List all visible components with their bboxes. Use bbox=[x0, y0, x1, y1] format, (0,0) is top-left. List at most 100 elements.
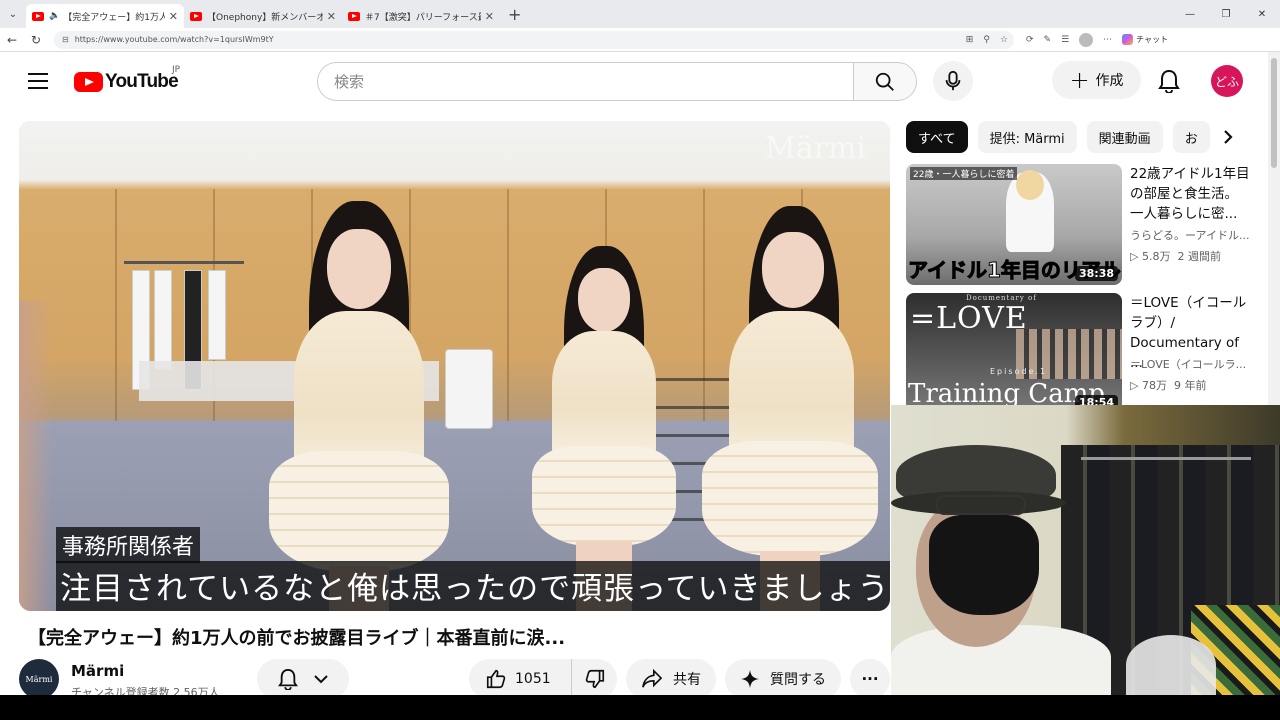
zoom-icon[interactable]: ⚲ bbox=[983, 35, 990, 45]
youtube-play-icon bbox=[74, 72, 103, 92]
browser-tab-1[interactable]: 🔈 【完全アウェー】約1万人の前でお披 ✕ bbox=[26, 4, 184, 28]
recommendation-item[interactable]: Documentary of =LOVE Episode.1 Training … bbox=[906, 293, 1266, 414]
like-dislike-group: 1051 bbox=[469, 659, 617, 695]
view-count: 5.8万 bbox=[1141, 250, 1171, 263]
reload-icon[interactable]: ↻ bbox=[24, 33, 48, 47]
logo-text: YouTube bbox=[105, 71, 179, 92]
more-menu-icon[interactable]: ⋯ bbox=[1103, 35, 1112, 45]
channel-watermark: Märmi bbox=[765, 131, 866, 166]
video-duration: 38:38 bbox=[1074, 266, 1118, 281]
recommendation-item[interactable]: 22歳・一人暮らしに密着 アイドル1年目のリアル 38:38 22歳アイドル1年… bbox=[906, 164, 1266, 285]
video-player[interactable]: Märmi 事務所関係者 注目されているなと俺は思ったので頑張っていきましょう bbox=[19, 121, 890, 611]
tab-list-menu[interactable]: ⌄ bbox=[0, 0, 26, 28]
performer-right bbox=[694, 206, 884, 611]
guide-menu-icon[interactable] bbox=[28, 73, 48, 89]
url-actions: ⊞ ⚲ ☆ bbox=[966, 35, 1014, 45]
chip-all[interactable]: すべて bbox=[906, 121, 968, 153]
voice-search-button[interactable] bbox=[933, 61, 973, 101]
dislike-button[interactable] bbox=[572, 659, 617, 695]
search-input[interactable] bbox=[334, 72, 854, 91]
face-mask bbox=[929, 515, 1039, 615]
tab-close-icon[interactable]: ✕ bbox=[169, 10, 178, 23]
screen: ⌄ 🔈 【完全アウェー】約1万人の前でお披 ✕ 【Onephony】新メンバーオ… bbox=[0, 0, 1280, 720]
site-info-icon[interactable]: ⊟ bbox=[62, 35, 69, 44]
browser-tab-2[interactable]: 【Onephony】新メンバーオーディション ✕ bbox=[184, 4, 342, 28]
browser-address-bar: ← ↻ ⊟ https://www.youtube.com/watch?v=1q… bbox=[0, 28, 1280, 52]
chip-from-channel[interactable]: 提供: Märmi bbox=[977, 121, 1077, 153]
youtube-favicon-icon bbox=[348, 11, 360, 21]
youtube-favicon-icon bbox=[190, 11, 202, 21]
like-count: 1051 bbox=[515, 671, 551, 687]
recommendation-channel[interactable]: ＝LOVE（イコールラ... bbox=[1130, 356, 1250, 372]
scrollbar-thumb[interactable] bbox=[1271, 58, 1277, 168]
minimize-icon[interactable]: — bbox=[1172, 0, 1208, 28]
url-field[interactable]: ⊟ https://www.youtube.com/watch?v=1qursI… bbox=[54, 30, 1014, 49]
chip-related[interactable]: 関連動画 bbox=[1086, 121, 1163, 153]
create-button[interactable]: + 作成 bbox=[1052, 61, 1141, 99]
subscription-notification-button[interactable] bbox=[257, 659, 349, 695]
subscriber-count: チャンネル登録者数 2.56万人 bbox=[71, 686, 220, 695]
browser-toolbar-icons: ⟳ ✎ ☰ ⋯ チャット bbox=[1026, 32, 1168, 47]
profile-avatar[interactable] bbox=[1079, 32, 1094, 47]
ask-ai-button[interactable]: 質問する bbox=[725, 659, 841, 695]
video-thumbnail[interactable]: 22歳・一人暮らしに密着 アイドル1年目のリアル 38:38 bbox=[906, 164, 1122, 285]
channel-avatar[interactable]: Märmi bbox=[19, 659, 59, 695]
like-button[interactable]: 1051 bbox=[469, 659, 572, 695]
upload-age: 9 年前 bbox=[1173, 379, 1207, 392]
app-install-icon[interactable]: ⊞ bbox=[966, 35, 974, 45]
recommendation-meta: ▷ 78万 9 年前 bbox=[1130, 379, 1207, 392]
masthead: YouTube JP + 作成 どふ bbox=[0, 52, 1268, 108]
tab-title: 【Onephony】新メンバーオーディション bbox=[207, 12, 323, 23]
tab-title: ＃7【激突】パリーフォース最終決戦！ bbox=[365, 12, 481, 23]
restore-icon[interactable]: ❐ bbox=[1208, 0, 1244, 28]
caption-speaker: 事務所関係者 bbox=[56, 527, 201, 563]
chevron-right-icon bbox=[1224, 130, 1233, 144]
copilot-icon bbox=[1122, 34, 1134, 45]
new-tab-button[interactable]: + bbox=[508, 5, 521, 24]
url-text: https://www.youtube.com/watch?v=1qursIWm… bbox=[74, 35, 274, 44]
chips-next-button[interactable] bbox=[1212, 121, 1244, 153]
thumbs-down-icon bbox=[585, 669, 604, 689]
refresh-extension-icon[interactable]: ⟳ bbox=[1026, 35, 1034, 45]
related-filter-chips: すべて 提供: Märmi 関連動画 お bbox=[906, 121, 1246, 153]
copilot-chat-button[interactable]: チャット bbox=[1122, 34, 1168, 45]
browser-tab-bar: ⌄ 🔈 【完全アウェー】約1万人の前でお披 ✕ 【Onephony】新メンバーオ… bbox=[0, 0, 1280, 28]
tab-close-icon[interactable]: ✕ bbox=[327, 10, 336, 23]
more-actions-button[interactable]: ··· bbox=[850, 659, 890, 695]
view-count: 78万 bbox=[1141, 379, 1167, 392]
thumbnail-tag: 22歳・一人暮らしに密着 bbox=[910, 167, 1018, 180]
performer-left bbox=[259, 201, 459, 611]
thumbs-up-icon bbox=[486, 669, 506, 689]
sparkle-icon bbox=[741, 670, 759, 688]
channel-name[interactable]: Märmi bbox=[71, 662, 124, 680]
microphone-icon bbox=[945, 70, 961, 91]
recommendation-title[interactable]: 22歳アイドル1年目の部屋と食生活。一人暮らしに密... bbox=[1130, 164, 1250, 224]
plus-icon: + bbox=[1069, 66, 1090, 94]
caption-text: 注目されているなと俺は思ったので頑張っていきましょう bbox=[56, 561, 890, 611]
back-icon[interactable]: ← bbox=[0, 33, 24, 47]
share-button[interactable]: 共有 bbox=[626, 659, 716, 695]
video-title: 【完全アウェー】約1万人の前でお披露目ライブ｜本番直前に涙... bbox=[28, 628, 566, 649]
speaker-icon[interactable]: 🔈 bbox=[49, 11, 60, 21]
video-thumbnail[interactable]: Documentary of =LOVE Episode.1 Training … bbox=[906, 293, 1122, 414]
tab-close-icon[interactable]: ✕ bbox=[485, 10, 494, 23]
thumbnail-episode: Episode.1 bbox=[990, 367, 1048, 376]
chip-recommended[interactable]: お bbox=[1172, 121, 1210, 153]
upload-age: 2 週間前 bbox=[1177, 250, 1221, 263]
extension-icon[interactable]: ✎ bbox=[1044, 35, 1052, 45]
browser-tab-3[interactable]: ＃7【激突】パリーフォース最終決戦！ ✕ bbox=[342, 4, 500, 28]
recommendation-channel[interactable]: うらどる。ーアイドル... bbox=[1130, 227, 1250, 243]
region-label: JP bbox=[172, 65, 181, 75]
close-window-icon[interactable]: ✕ bbox=[1244, 0, 1280, 28]
youtube-logo[interactable]: YouTube JP bbox=[74, 65, 180, 93]
favorites-icon[interactable]: ☰ bbox=[1061, 35, 1069, 45]
chat-label: チャット bbox=[1136, 35, 1169, 44]
window-controls: — ❐ ✕ bbox=[1172, 0, 1280, 28]
youtube-favicon-icon bbox=[32, 11, 44, 21]
bookmark-star-icon[interactable]: ☆ bbox=[1000, 35, 1008, 45]
notifications-button[interactable] bbox=[1152, 64, 1186, 98]
create-label: 作成 bbox=[1095, 73, 1124, 89]
letterbox-bar bbox=[0, 695, 1280, 720]
account-avatar[interactable]: どふ bbox=[1211, 65, 1243, 97]
search-button[interactable] bbox=[853, 62, 917, 101]
